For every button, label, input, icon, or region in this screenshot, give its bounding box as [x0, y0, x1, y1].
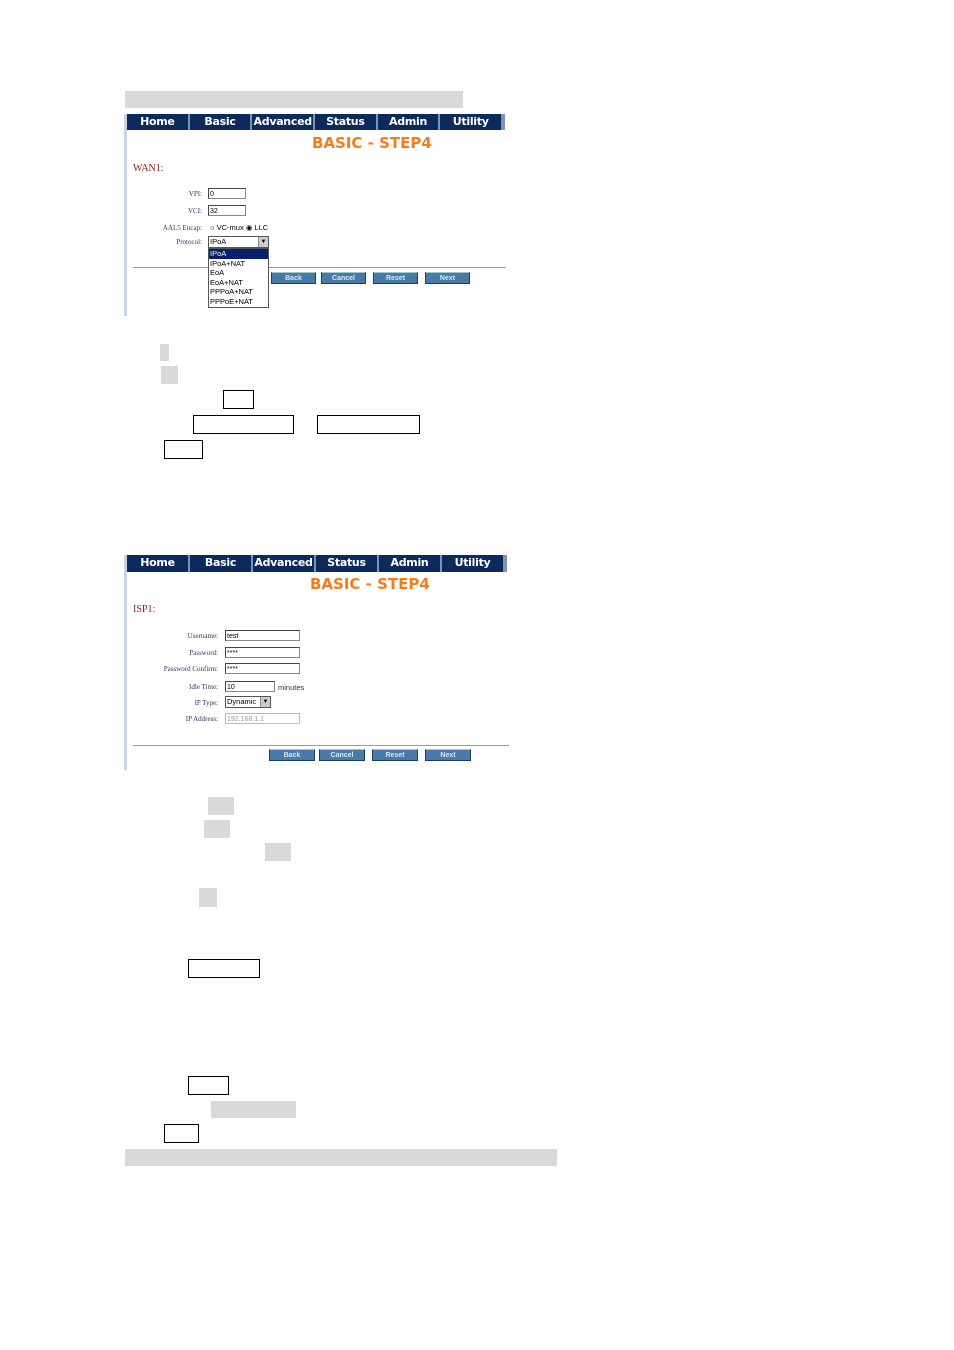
username-input[interactable]: test — [225, 630, 300, 641]
minutes-unit: minutes — [278, 683, 305, 692]
nav-advanced[interactable]: Advanced — [252, 114, 316, 130]
password-confirm-label: Password Confirm: — [163, 665, 218, 673]
next-button[interactable]: Next — [425, 272, 470, 284]
nav-status[interactable]: Status — [316, 555, 379, 572]
vcmux-label: VC-mux — [216, 223, 244, 232]
reset-button[interactable]: Reset — [373, 272, 418, 284]
option-eoa[interactable]: EoA — [209, 268, 268, 278]
section-title: WAN1: — [133, 163, 164, 174]
redacted — [199, 888, 217, 907]
option-ipoa[interactable]: IPoA — [209, 249, 268, 259]
redacted — [160, 344, 169, 361]
nav-status[interactable]: Status — [315, 114, 378, 130]
nav-admin[interactable]: Admin — [379, 555, 442, 572]
nav-basic[interactable]: Basic — [190, 114, 253, 130]
ip-address-input[interactable]: 192.168.1.1 — [225, 713, 300, 724]
cancel-button[interactable]: Cancel — [321, 272, 366, 284]
vci-label: VCI: — [188, 207, 202, 215]
nav-admin[interactable]: Admin — [378, 114, 441, 130]
chevron-down-icon[interactable]: ▼ — [260, 697, 270, 707]
idle-time-input[interactable]: 10 — [225, 681, 275, 692]
nav-advanced[interactable]: Advanced — [253, 555, 316, 572]
screenshot-wan-setup: Home Basic Advanced Status Admin Utility… — [124, 114, 508, 316]
redacted-footer — [125, 1149, 557, 1166]
vpi-label: VPI: — [188, 190, 202, 198]
redacted — [265, 843, 291, 861]
nav-basic[interactable]: Basic — [190, 555, 253, 572]
redacted — [208, 797, 234, 815]
password-confirm-input[interactable]: **** — [225, 663, 300, 674]
divider — [133, 745, 509, 746]
reset-button[interactable]: Reset — [372, 749, 418, 761]
aal5-label: AAL5 Encap: — [162, 224, 202, 232]
nav-utility[interactable]: Utility — [440, 114, 501, 130]
back-button[interactable]: Back — [271, 272, 316, 284]
outlined-box — [193, 415, 294, 434]
back-button[interactable]: Back — [269, 749, 315, 761]
page-title: BASIC - STEP4 — [310, 575, 430, 593]
protocol-select[interactable]: IPoA ▼ — [208, 236, 269, 248]
ip-type-select[interactable]: Dynamic ▼ — [225, 696, 271, 708]
outlined-box — [223, 390, 254, 409]
redacted — [211, 1101, 296, 1118]
option-eoa-nat[interactable]: EoA+NAT — [209, 278, 268, 288]
divider — [133, 267, 506, 268]
protocol-dropdown-list: IPoA IPoA+NAT EoA EoA+NAT PPPoA+NAT PPPo… — [208, 248, 269, 308]
protocol-value: IPoA — [210, 237, 227, 246]
outlined-box — [317, 415, 420, 434]
vci-input[interactable]: 32 — [208, 205, 246, 216]
outlined-box — [164, 440, 203, 459]
nav-bar: Home Basic Advanced Status Admin Utility — [127, 114, 505, 130]
chevron-down-icon[interactable]: ▼ — [258, 237, 268, 247]
ip-type-label: IP Type: — [194, 699, 218, 707]
cancel-button[interactable]: Cancel — [319, 749, 365, 761]
encap-radios: ○ VC-mux ◉ LLC — [210, 223, 268, 232]
outlined-box — [188, 1076, 229, 1095]
llc-label: LLC — [254, 223, 269, 232]
next-button[interactable]: Next — [425, 749, 471, 761]
nav-home[interactable]: Home — [127, 114, 190, 130]
radio-icon[interactable]: ○ — [210, 223, 215, 232]
password-input[interactable]: **** — [225, 647, 300, 658]
redacted — [204, 820, 230, 838]
ip-address-label: IP Address: — [185, 715, 218, 723]
redacted — [161, 366, 178, 384]
option-ipoa-nat[interactable]: IPoA+NAT — [209, 259, 268, 269]
outlined-box — [188, 959, 260, 978]
radio-icon[interactable]: ◉ — [246, 223, 253, 232]
page-title: BASIC - STEP4 — [312, 134, 432, 152]
screenshot-isp-setup: Home Basic Advanced Status Admin Utility… — [124, 555, 510, 770]
idle-time-label: Idle Time: — [189, 683, 218, 691]
section-title: ISP1: — [133, 604, 156, 615]
document-page: Home Basic Advanced Status Admin Utility… — [0, 0, 954, 1350]
protocol-label: Protocol: — [176, 238, 202, 246]
username-label: Username: — [187, 632, 218, 640]
nav-home[interactable]: Home — [127, 555, 190, 572]
redacted-heading — [125, 91, 463, 108]
ip-type-value: Dynamic — [227, 697, 257, 706]
nav-bar: Home Basic Advanced Status Admin Utility — [127, 555, 507, 572]
password-label: Password: — [189, 649, 218, 657]
nav-utility[interactable]: Utility — [442, 555, 503, 572]
vpi-input[interactable]: 0 — [208, 188, 246, 199]
option-pppoe-nat[interactable]: PPPoE+NAT — [209, 297, 268, 307]
option-pppoa-nat[interactable]: PPPoA+NAT — [209, 287, 268, 297]
outlined-box — [164, 1124, 199, 1143]
